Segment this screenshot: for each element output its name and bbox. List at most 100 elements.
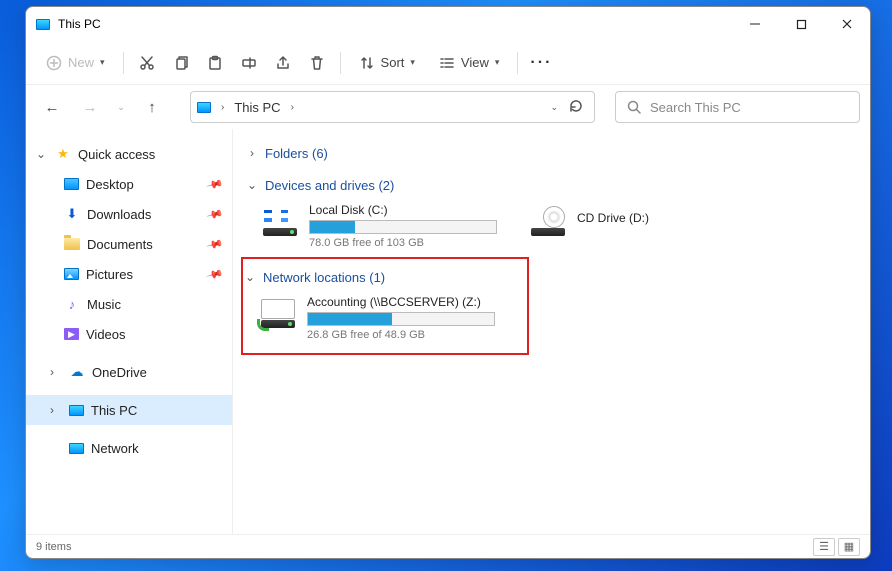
sidebar-onedrive[interactable]: › ☁ OneDrive bbox=[26, 357, 232, 387]
section-label: Devices and drives bbox=[265, 178, 375, 193]
cd-drive-icon bbox=[529, 203, 567, 241]
rename-icon bbox=[241, 55, 257, 71]
sidebar-item-label: OneDrive bbox=[92, 365, 232, 380]
downloads-icon: ⬇ bbox=[64, 206, 80, 222]
drive-local-c[interactable]: Local Disk (C:) 78.0 GB free of 103 GB bbox=[261, 203, 497, 249]
sort-icon bbox=[359, 55, 375, 71]
chevron-right-icon: › bbox=[50, 403, 62, 417]
this-pc-icon bbox=[197, 102, 211, 113]
navigation-row: ← → ⌄ ↑ › This PC › ⌄ Search This PC bbox=[26, 85, 870, 129]
copy-icon bbox=[173, 55, 189, 71]
new-label: New bbox=[68, 55, 94, 70]
breadcrumb[interactable]: This PC bbox=[234, 100, 280, 115]
refresh-button[interactable] bbox=[564, 98, 588, 117]
drive-network-z[interactable]: Accounting (\\BCCSERVER) (Z:) 26.8 GB fr… bbox=[259, 295, 495, 341]
address-bar[interactable]: › This PC › ⌄ bbox=[190, 91, 595, 123]
cut-button[interactable] bbox=[132, 46, 162, 80]
sidebar-this-pc[interactable]: › This PC bbox=[26, 395, 232, 425]
sidebar-quick-access[interactable]: ⌄ ★ Quick access bbox=[26, 139, 232, 169]
network-drive-icon bbox=[259, 295, 297, 333]
chevron-right-icon: › bbox=[217, 102, 228, 113]
close-button[interactable] bbox=[824, 7, 870, 41]
forward-button[interactable]: → bbox=[74, 91, 106, 123]
section-network-locations[interactable]: ⌄ Network locations (1) bbox=[243, 263, 521, 291]
network-drives-list: Accounting (\\BCCSERVER) (Z:) 26.8 GB fr… bbox=[243, 291, 521, 349]
up-button[interactable]: ↑ bbox=[136, 91, 168, 123]
sidebar-item-label: This PC bbox=[91, 403, 232, 418]
sidebar-item-desktop[interactable]: Desktop 📌 bbox=[26, 169, 232, 199]
view-label: View bbox=[461, 55, 489, 70]
documents-icon bbox=[64, 238, 80, 250]
copy-button[interactable] bbox=[166, 46, 196, 80]
drive-free: 78.0 GB free of 103 GB bbox=[309, 237, 497, 249]
sidebar-item-pictures[interactable]: Pictures 📌 bbox=[26, 259, 232, 289]
view-icon bbox=[439, 55, 455, 71]
desktop-icon bbox=[64, 178, 79, 190]
separator bbox=[517, 52, 518, 74]
sidebar-item-label: Network bbox=[91, 441, 232, 456]
pictures-icon bbox=[64, 268, 79, 280]
delete-button[interactable] bbox=[302, 46, 332, 80]
sidebar-item-documents[interactable]: Documents 📌 bbox=[26, 229, 232, 259]
window-title: This PC bbox=[58, 17, 732, 31]
section-count: 6 bbox=[316, 146, 323, 161]
drive-name: Local Disk (C:) bbox=[309, 203, 497, 217]
search-box[interactable]: Search This PC bbox=[615, 91, 860, 123]
chevron-down-icon: ▾ bbox=[100, 57, 105, 68]
separator bbox=[340, 52, 341, 74]
chevron-right-icon: › bbox=[245, 146, 259, 160]
content-area: › Folders (6) ⌄ Devices and drives (2) L… bbox=[233, 129, 870, 534]
cloud-icon: ☁ bbox=[69, 364, 85, 380]
section-count: 1 bbox=[374, 270, 381, 285]
sidebar-item-music[interactable]: ♪ Music bbox=[26, 289, 232, 319]
refresh-icon bbox=[568, 98, 584, 114]
devices-list: Local Disk (C:) 78.0 GB free of 103 GB C… bbox=[245, 199, 858, 257]
history-chevron-icon[interactable]: ⌄ bbox=[112, 102, 130, 113]
sidebar-item-videos[interactable]: ▶ Videos bbox=[26, 319, 232, 349]
section-folders[interactable]: › Folders (6) bbox=[245, 139, 858, 167]
more-button[interactable]: ··· bbox=[526, 46, 556, 80]
search-placeholder: Search This PC bbox=[650, 100, 741, 115]
sidebar-item-label: Music bbox=[87, 297, 232, 312]
section-devices[interactable]: ⌄ Devices and drives (2) bbox=[245, 171, 858, 199]
cut-icon bbox=[139, 55, 155, 71]
maximize-button[interactable] bbox=[778, 7, 824, 41]
video-icon: ▶ bbox=[64, 328, 79, 340]
sidebar-item-downloads[interactable]: ⬇ Downloads 📌 bbox=[26, 199, 232, 229]
minimize-button[interactable] bbox=[732, 7, 778, 41]
chevron-right-icon: › bbox=[287, 102, 298, 113]
share-icon bbox=[275, 55, 291, 71]
drive-cd-d[interactable]: CD Drive (D:) bbox=[529, 203, 765, 249]
sidebar-network[interactable]: › Network bbox=[26, 433, 232, 463]
new-button[interactable]: New ▾ bbox=[36, 46, 115, 80]
sort-label: Sort bbox=[381, 55, 405, 70]
toolbar: New ▾ Sort ▾ View ▾ ··· bbox=[26, 41, 870, 85]
paste-icon bbox=[207, 55, 223, 71]
section-label: Network locations bbox=[263, 270, 366, 285]
star-icon: ★ bbox=[55, 146, 71, 162]
large-icons-view-button[interactable]: ▦ bbox=[838, 538, 860, 556]
music-icon: ♪ bbox=[64, 296, 80, 312]
capacity-bar bbox=[309, 220, 497, 234]
separator bbox=[123, 52, 124, 74]
rename-button[interactable] bbox=[234, 46, 264, 80]
view-button[interactable]: View ▾ bbox=[429, 46, 509, 80]
chevron-down-icon: ⌄ bbox=[36, 147, 48, 161]
sort-button[interactable]: Sort ▾ bbox=[349, 46, 425, 80]
details-view-button[interactable]: ☰ bbox=[813, 538, 835, 556]
drive-free: 26.8 GB free of 48.9 GB bbox=[307, 329, 495, 341]
chevron-right-icon: › bbox=[50, 365, 62, 379]
chevron-down-icon: ▾ bbox=[495, 57, 500, 68]
titlebar: This PC bbox=[26, 7, 870, 41]
status-bar: 9 items ☰ ▦ bbox=[26, 534, 870, 558]
chevron-down-icon[interactable]: ⌄ bbox=[550, 102, 558, 113]
paste-button[interactable] bbox=[200, 46, 230, 80]
sidebar-item-label: Videos bbox=[86, 327, 232, 342]
share-button[interactable] bbox=[268, 46, 298, 80]
this-pc-icon bbox=[69, 405, 84, 416]
sidebar-item-label: Quick access bbox=[78, 147, 232, 162]
trash-icon bbox=[309, 55, 325, 71]
back-button[interactable]: ← bbox=[36, 91, 68, 123]
capacity-bar bbox=[307, 312, 495, 326]
drive-name: CD Drive (D:) bbox=[577, 211, 765, 225]
